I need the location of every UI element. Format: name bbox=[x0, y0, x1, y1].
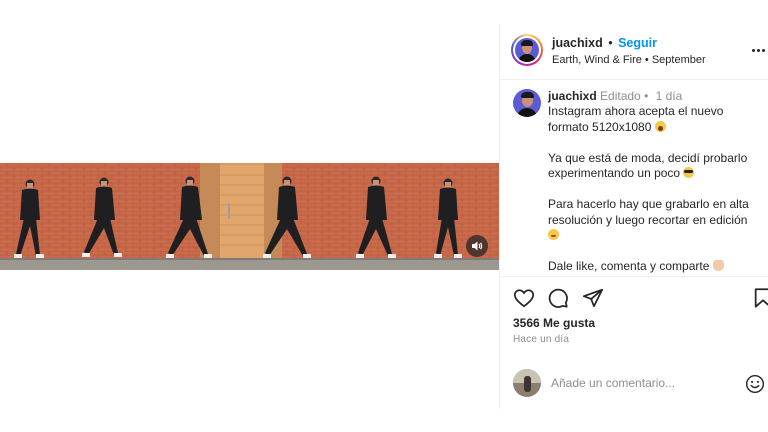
media-pane bbox=[0, 0, 499, 432]
share-button[interactable] bbox=[582, 287, 604, 309]
add-comment-bar bbox=[500, 366, 768, 409]
comment-icon bbox=[548, 288, 568, 308]
caption-age[interactable]: 1 día bbox=[656, 89, 683, 103]
caption-paragraph: Para hacerlo hay que grabarlo en alta re… bbox=[548, 197, 760, 244]
sunglasses-emoji bbox=[683, 167, 695, 178]
caption-username[interactable]: juachixd bbox=[548, 89, 597, 103]
viewer-avatar bbox=[513, 369, 541, 397]
author-username[interactable]: juachixd bbox=[552, 36, 603, 50]
likes-count[interactable]: 3566 Me gusta bbox=[513, 316, 595, 330]
comment-input[interactable] bbox=[551, 376, 721, 390]
bookmark-icon bbox=[754, 288, 768, 308]
audio-toggle-button[interactable] bbox=[466, 235, 488, 257]
caption-text: Instagram ahora acepta el nuevo formato … bbox=[548, 104, 760, 276]
post-photo[interactable] bbox=[0, 163, 499, 270]
caption-header: juachixd Editado • 1 día bbox=[548, 89, 682, 103]
action-bar bbox=[500, 277, 768, 317]
speaker-icon bbox=[472, 241, 483, 251]
smiley-icon bbox=[745, 374, 765, 394]
audio-separator: • bbox=[644, 54, 649, 66]
audio-track[interactable]: September bbox=[652, 54, 706, 66]
like-button[interactable] bbox=[513, 287, 535, 309]
author-avatar[interactable] bbox=[511, 34, 543, 66]
header-separator: • bbox=[608, 36, 613, 50]
screaming-face-emoji bbox=[654, 120, 666, 132]
save-button[interactable] bbox=[752, 287, 768, 309]
audio-artist[interactable]: Earth, Wind & Fire bbox=[552, 54, 642, 66]
edited-label: Editado bbox=[600, 89, 641, 103]
audio-attribution[interactable]: Earth, Wind & Fire • September bbox=[552, 54, 706, 66]
share-icon bbox=[582, 288, 604, 308]
caption-paragraph: Instagram ahora acepta el nuevo formato … bbox=[548, 104, 724, 134]
heart-icon bbox=[513, 289, 535, 308]
post-side-panel: juachixd • Seguir Earth, Wind & Fire • S… bbox=[499, 24, 768, 409]
caption-dot: • bbox=[644, 89, 649, 103]
caption-section: juachixd Editado • 1 día Instagram ahora… bbox=[500, 81, 768, 277]
follow-button[interactable]: Seguir bbox=[618, 36, 657, 50]
comment-button[interactable] bbox=[547, 287, 569, 309]
post-timestamp[interactable]: Hace un día bbox=[513, 334, 569, 345]
hand-emoji bbox=[712, 260, 724, 271]
caption-paragraph: Ya que está de moda, decidí probarlo exp… bbox=[548, 150, 748, 181]
more-icon[interactable] bbox=[752, 42, 768, 58]
wink-emoji bbox=[548, 229, 559, 240]
post-header: juachixd • Seguir Earth, Wind & Fire • S… bbox=[500, 24, 768, 80]
caption-avatar[interactable] bbox=[513, 89, 541, 117]
emoji-picker-button[interactable] bbox=[745, 374, 765, 394]
caption-paragraph: Dale like, comenta y comparte bbox=[548, 259, 760, 275]
